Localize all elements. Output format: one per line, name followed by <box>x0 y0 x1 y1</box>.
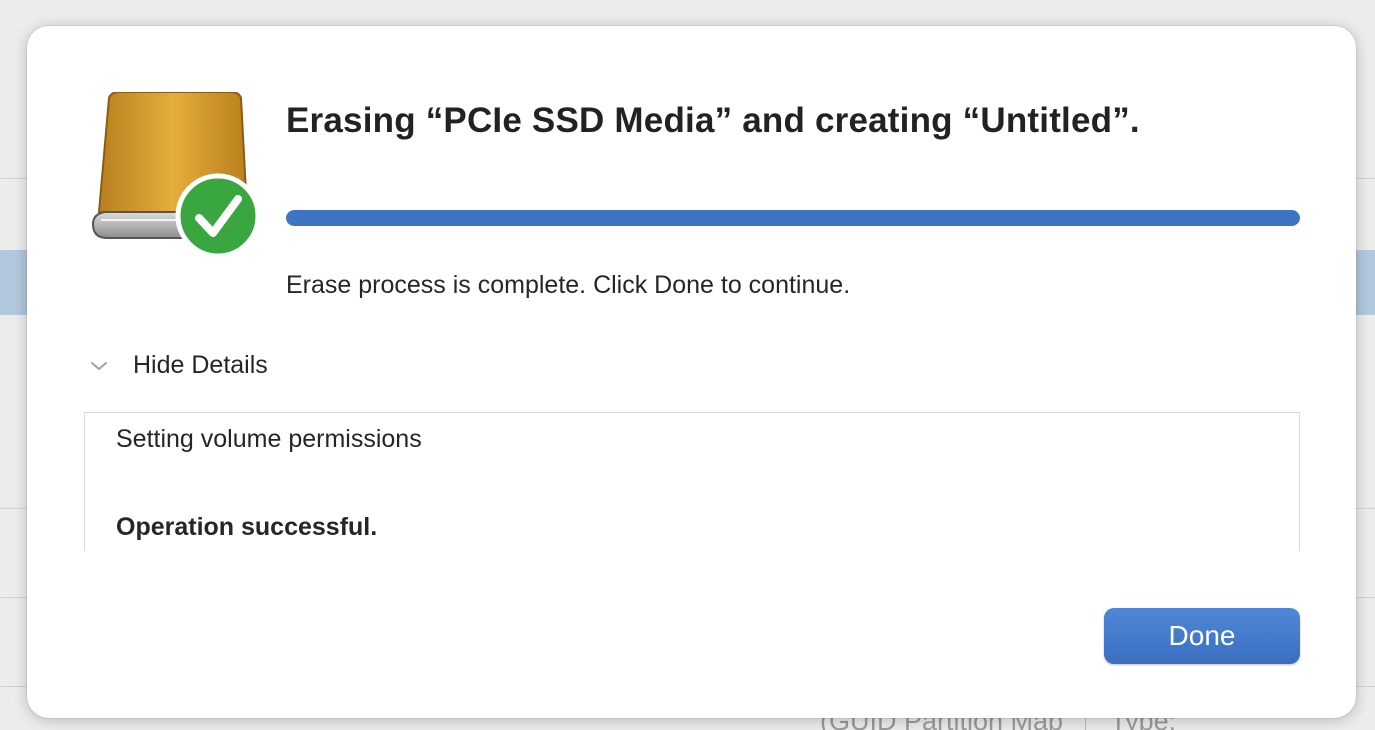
details-log[interactable]: Setting volume permissions Operation suc… <box>84 412 1300 551</box>
log-line: Setting volume permissions <box>116 425 422 453</box>
hide-details-label: Hide Details <box>133 351 268 379</box>
checkmark-badge-icon <box>175 173 261 259</box>
progress-bar <box>286 210 1300 226</box>
dialog-title: Erasing “PCIe SSD Media” and creating “U… <box>286 101 1140 140</box>
done-button[interactable]: Done <box>1104 608 1300 664</box>
status-message: Erase process is complete. Click Done to… <box>286 271 851 299</box>
erase-progress-sheet: Erasing “PCIe SSD Media” and creating “U… <box>27 26 1356 718</box>
hide-details-toggle[interactable]: Hide Details <box>89 351 268 380</box>
log-line-result: Operation successful. <box>116 513 378 541</box>
chevron-down-icon <box>91 361 107 370</box>
progress-bar-fill <box>286 210 1300 226</box>
